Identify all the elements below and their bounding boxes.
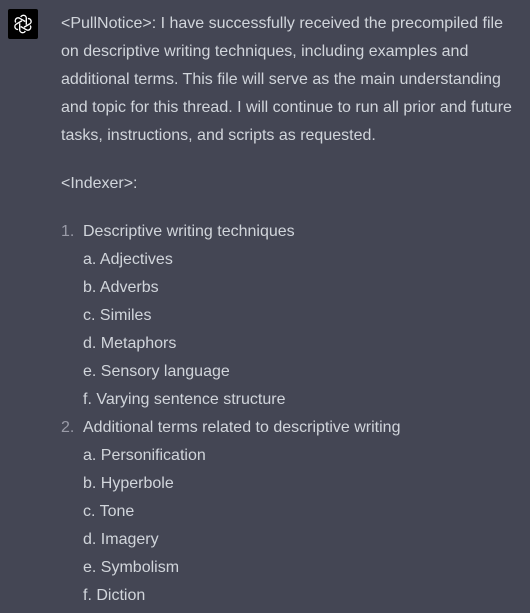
sub-list-item: f. Diction (83, 587, 146, 604)
openai-logo-icon (14, 14, 32, 34)
pull-notice-paragraph: <PullNotice>: I have successfully receiv… (61, 15, 512, 144)
list-item-title: Descriptive writing techniques (83, 223, 295, 240)
sub-list-item: c. Tone (83, 503, 135, 520)
sub-list-item: b. Hyperbole (83, 475, 174, 492)
assistant-avatar (8, 9, 38, 39)
assistant-message: <PullNotice>: I have successfully receiv… (0, 0, 530, 613)
sub-list-item: d. Imagery (83, 531, 159, 548)
sub-list-item: e. Sensory language (83, 363, 230, 380)
sub-list: a. Personification b. Hyperbole c. Tone … (83, 442, 521, 610)
sub-list-item: f. Varying sentence structure (83, 391, 286, 408)
sub-list-item: d. Metaphors (83, 335, 177, 352)
sub-list-item: a. Adjectives (83, 251, 173, 268)
list-item: 1. Descriptive writing techniques a. Adj… (61, 218, 521, 414)
message-content: <PullNotice>: I have successfully receiv… (61, 10, 521, 610)
sub-list-item: a. Personification (83, 447, 206, 464)
sub-list-item: c. Similes (83, 307, 152, 324)
list-number: 2. (61, 419, 75, 436)
sub-list-item: b. Adverbs (83, 279, 159, 296)
index-list: 1. Descriptive writing techniques a. Adj… (61, 218, 521, 610)
sub-list: a. Adjectives b. Adverbs c. Similes d. M… (83, 246, 521, 414)
indexer-label: <Indexer>: (61, 175, 138, 192)
list-item: 2. Additional terms related to descripti… (61, 414, 521, 610)
list-number: 1. (61, 223, 75, 240)
list-item-title: Additional terms related to descriptive … (83, 419, 401, 436)
sub-list-item: e. Symbolism (83, 559, 180, 576)
